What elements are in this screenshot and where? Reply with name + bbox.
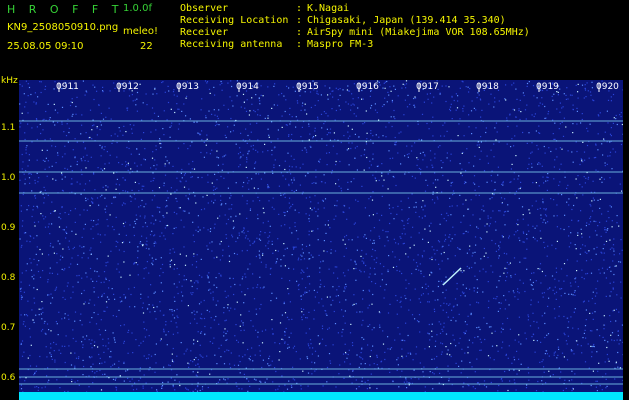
file-name: KN9_2508050910.png <box>7 22 119 33</box>
x-tick-label: 0912 <box>116 82 139 92</box>
y-tick-label: 0.7 <box>1 323 16 333</box>
x-tick-label: 0918 <box>476 82 499 92</box>
observer-label: Observer <box>180 3 229 14</box>
antenna-label: Receiving antenna <box>180 39 283 50</box>
y-tick-label: 0.6 <box>1 373 16 383</box>
receiver-value: AirSpy mini (Miakejima VOR 108.65MHz) <box>307 27 530 38</box>
antenna-colon: : <box>296 39 303 50</box>
x-tick-label: 0914 <box>236 82 259 92</box>
noise-speckle <box>19 80 623 400</box>
y-tick-label: 1.0 <box>1 173 16 183</box>
meteor-count: 22 <box>140 41 153 52</box>
location-label: Receiving Location <box>180 15 289 26</box>
spectrogram-plot <box>19 80 623 400</box>
date-time: 25.08.05 09:10 <box>7 41 84 52</box>
app-name: H R O F F T <box>7 3 124 16</box>
location-colon: : <box>296 15 303 26</box>
header-panel: H R O F F T 1.0.0f KN9_2508050910.png me… <box>0 0 629 78</box>
x-tick-label: 0920 <box>596 82 619 92</box>
meleo-label: meleo! <box>123 26 158 37</box>
receiver-label: Receiver <box>180 27 229 38</box>
receiver-colon: : <box>296 27 303 38</box>
location-value: Chigasaki, Japan (139.414 35.340) <box>307 15 506 26</box>
spectrogram-canvas <box>19 80 623 400</box>
y-tick-label: 0.9 <box>1 223 16 233</box>
x-tick-label: 0916 <box>356 82 379 92</box>
x-tick-label: 0911 <box>56 82 79 92</box>
observer-colon: : <box>296 3 303 14</box>
frequency-unit: kHz <box>1 76 18 86</box>
x-tick-label: 0917 <box>416 82 439 92</box>
x-tick-label: 0919 <box>536 82 559 92</box>
y-tick-label: 1.1 <box>1 123 16 133</box>
antenna-value: Maspro FM-3 <box>307 39 374 50</box>
signal-level-bar <box>19 392 623 400</box>
app-version: 1.0.0f <box>123 3 152 14</box>
y-tick-label: 0.8 <box>1 273 16 283</box>
observer-value: K.Nagai <box>307 3 350 14</box>
x-tick-label: 0915 <box>296 82 319 92</box>
x-tick-label: 0913 <box>176 82 199 92</box>
